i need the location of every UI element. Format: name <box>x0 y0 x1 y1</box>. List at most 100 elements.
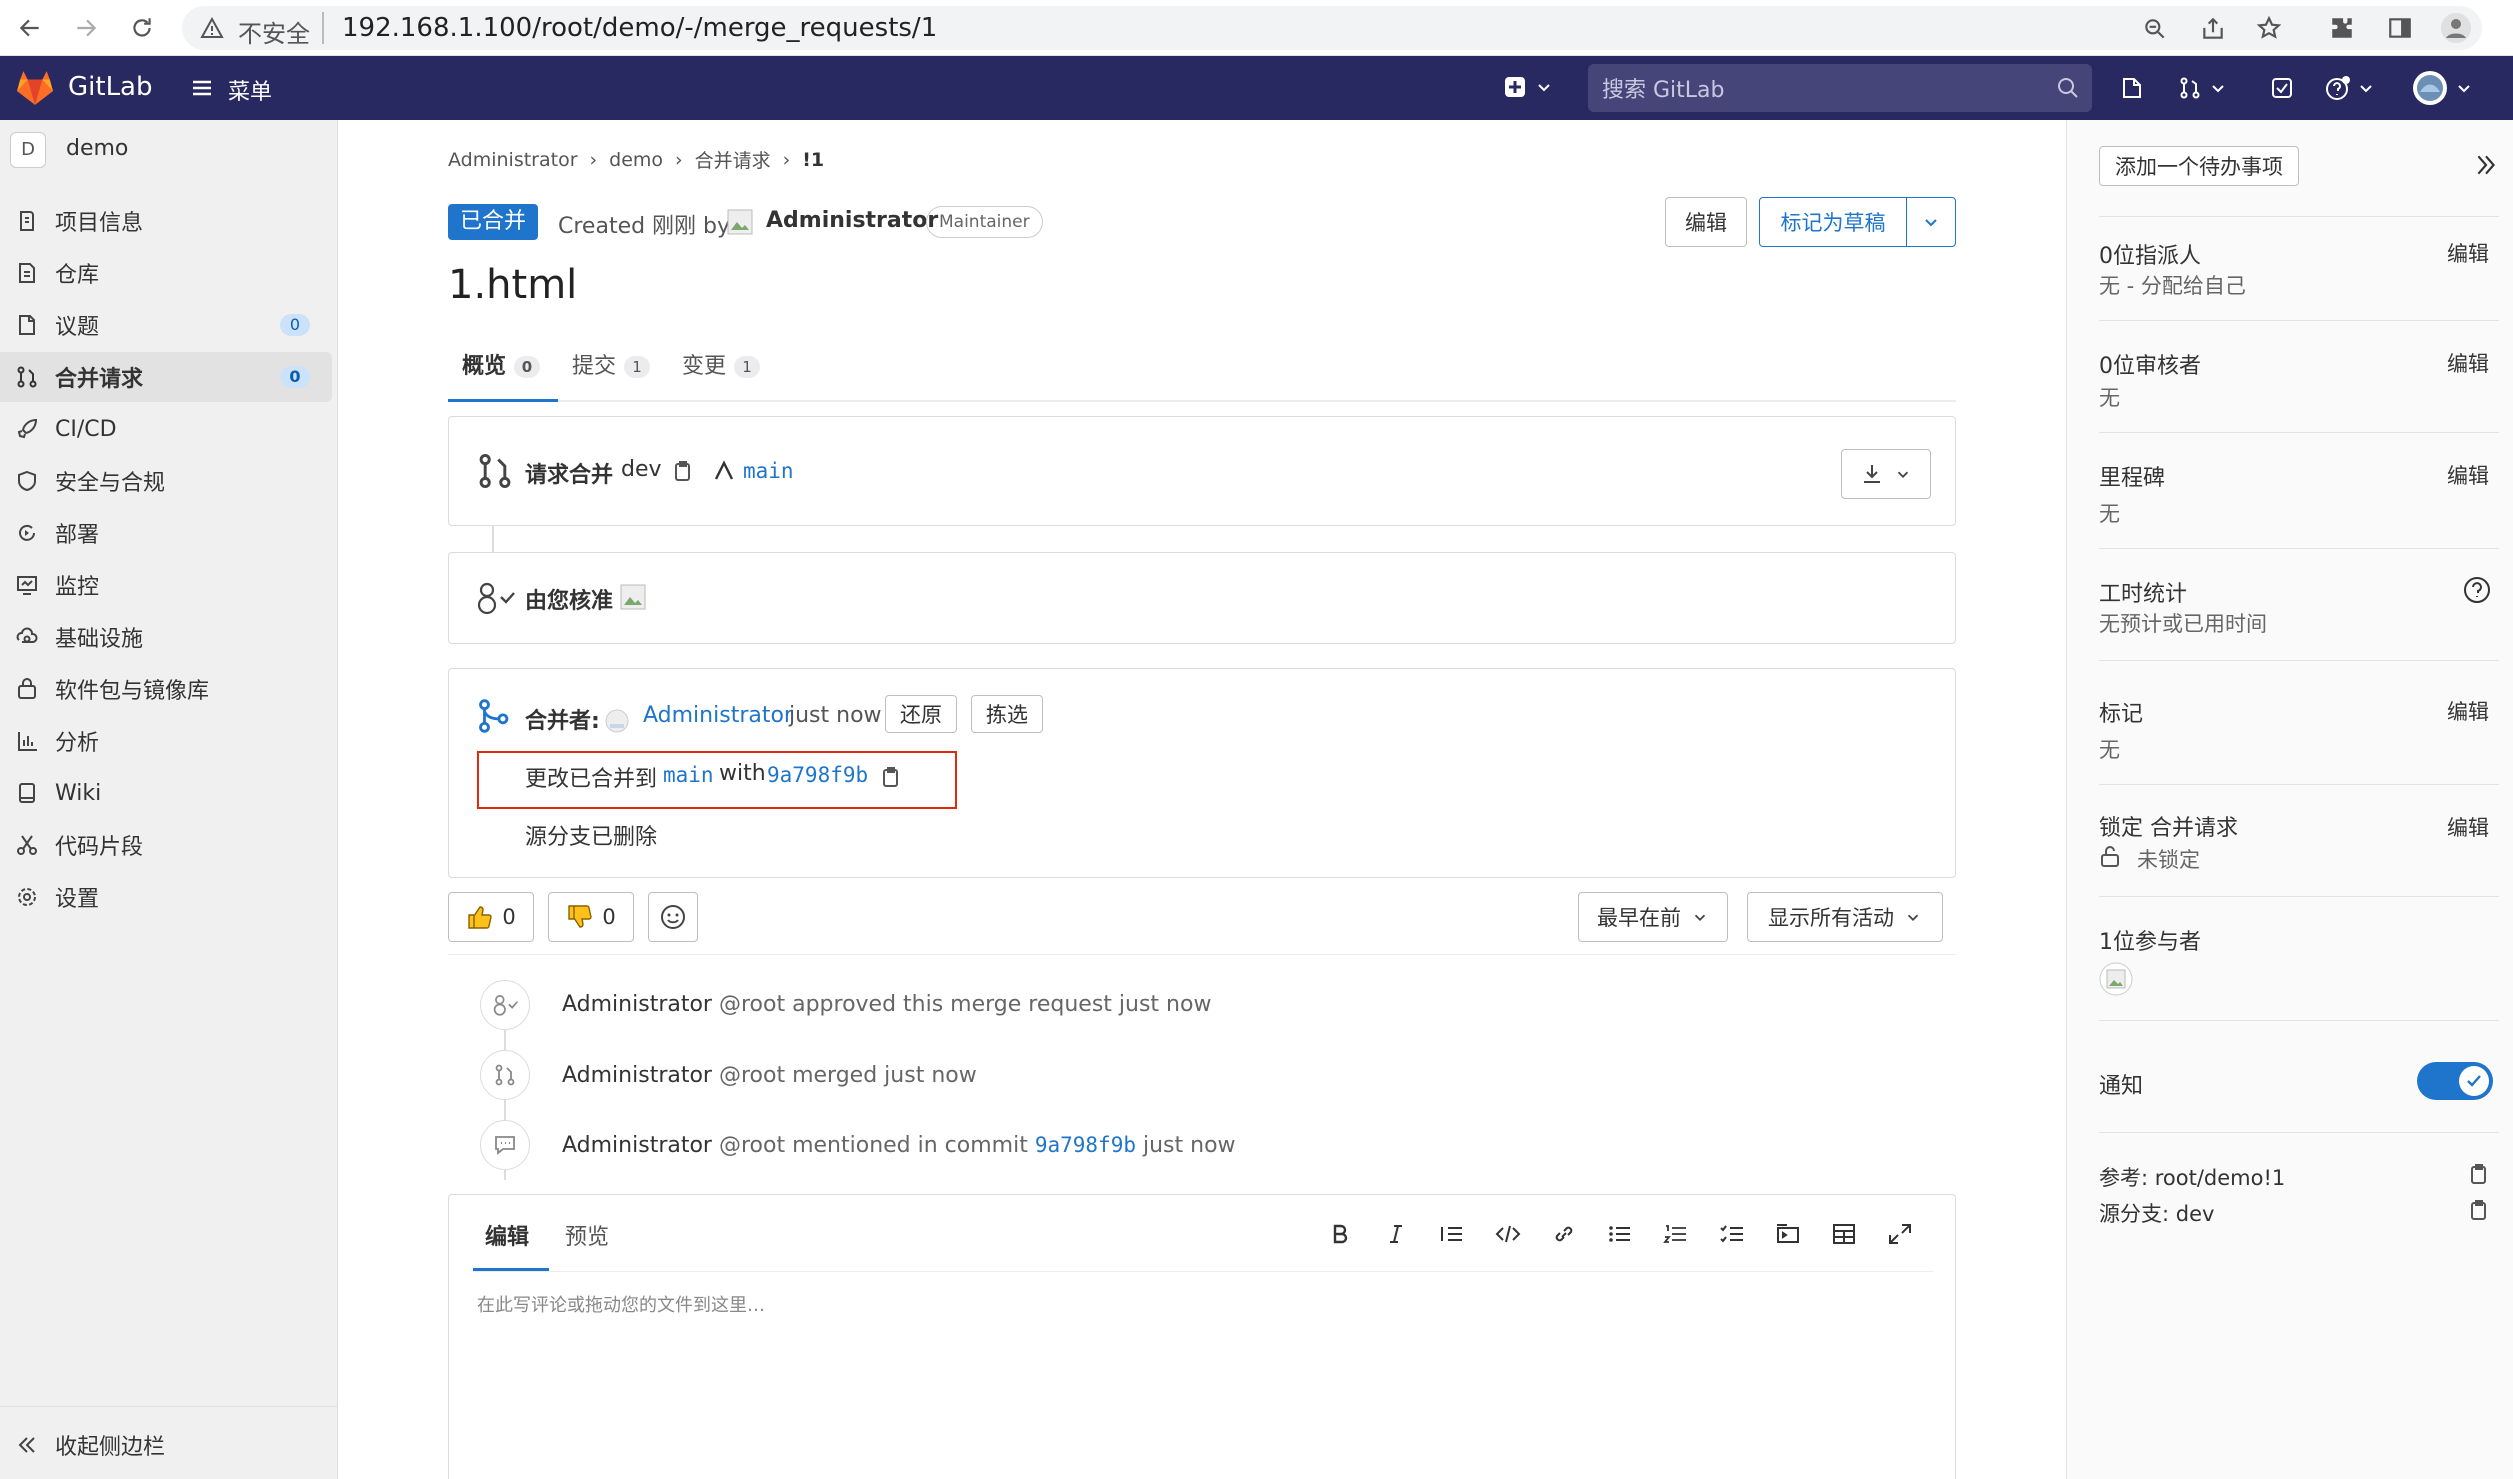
revert-button[interactable]: 还原 <box>885 695 957 733</box>
merged-target-branch[interactable]: main <box>663 763 714 787</box>
todo-icon[interactable] <box>2270 76 2294 100</box>
assignee-value[interactable]: 无 - 分配给自己 <box>2099 270 2246 300</box>
bullet-list-icon[interactable] <box>1605 1219 1635 1249</box>
sidebar-item-merge-requests[interactable]: 合并请求 0 <box>0 352 332 402</box>
collapsible-icon[interactable] <box>1773 1219 1803 1249</box>
italic-icon[interactable] <box>1381 1219 1411 1249</box>
comment-textarea[interactable]: 在此写评论或拖动您的文件到这里… <box>477 1291 765 1317</box>
link-icon[interactable] <box>1549 1219 1579 1249</box>
project-name[interactable]: demo <box>66 136 128 161</box>
sidebar-item-analytics[interactable]: 分析 <box>0 716 332 766</box>
timeline-user[interactable]: Administrator <box>562 1063 712 1088</box>
target-branch[interactable]: main <box>743 459 794 483</box>
zoom-icon[interactable] <box>2142 16 2168 42</box>
sidebar-item-wiki[interactable]: Wiki <box>0 768 332 818</box>
address-bar[interactable]: 不安全 192.168.1.100/root/demo/-/merge_requ… <box>182 6 2482 50</box>
approver-avatar[interactable] <box>619 583 647 611</box>
mark-draft-button[interactable]: 标记为草稿 <box>1759 197 1907 247</box>
author-avatar[interactable] <box>726 208 754 236</box>
create-new-button[interactable] <box>1504 76 1554 98</box>
task-list-icon[interactable] <box>1717 1219 1747 1249</box>
add-reaction-button[interactable] <box>648 892 698 942</box>
copy-reference-icon[interactable] <box>2467 1162 2491 1186</box>
extensions-icon[interactable] <box>2322 8 2362 48</box>
forward-arrow-icon[interactable] <box>66 8 106 48</box>
milestone-edit-button[interactable]: 编辑 <box>2447 460 2489 490</box>
search-input[interactable]: 搜索 GitLab <box>1588 64 2092 112</box>
sidebar-item-cicd[interactable]: CI/CD <box>0 404 332 454</box>
share-icon[interactable] <box>2200 16 2226 42</box>
timeline-user[interactable]: Administrator <box>562 1133 712 1158</box>
copy-commit-icon[interactable] <box>879 765 903 789</box>
timeline-handle[interactable]: @root <box>719 1063 785 1088</box>
breadcrumb-item[interactable]: !1 <box>802 149 824 171</box>
breadcrumb-item[interactable]: 合并请求 <box>695 146 771 173</box>
merge-requests-dropdown[interactable] <box>2178 76 2228 100</box>
assignee-edit-button[interactable]: 编辑 <box>2447 238 2489 268</box>
cherry-pick-button[interactable]: 拣选 <box>971 695 1043 733</box>
project-avatar[interactable]: D <box>10 132 46 168</box>
sort-dropdown[interactable]: 最早在前 <box>1578 892 1728 942</box>
merger-avatar[interactable] <box>605 709 629 733</box>
timeline-handle[interactable]: @root <box>719 1133 785 1158</box>
sidebar-item-deploy[interactable]: 部署 <box>0 508 332 558</box>
help-dropdown[interactable] <box>2324 74 2376 102</box>
menu-label[interactable]: 菜单 <box>228 74 272 106</box>
activity-filter-dropdown[interactable]: 显示所有活动 <box>1747 892 1943 942</box>
tab-changes[interactable]: 变更 1 <box>680 340 780 402</box>
sidebar-item-packages[interactable]: 软件包与镜像库 <box>0 664 332 714</box>
sidebar-item-snippets[interactable]: 代码片段 <box>0 820 332 870</box>
lock-edit-button[interactable]: 编辑 <box>2447 812 2489 842</box>
breadcrumb-item[interactable]: Administrator <box>448 149 578 171</box>
merger-name[interactable]: Administrator <box>643 703 793 728</box>
author-name[interactable]: Administrator <box>766 208 938 233</box>
download-dropdown[interactable] <box>1841 449 1931 499</box>
reload-icon[interactable] <box>122 8 162 48</box>
tab-overview[interactable]: 概览 0 <box>448 340 558 402</box>
sidebar-item-project-info[interactable]: 项目信息 <box>0 196 332 246</box>
quote-icon[interactable] <box>1437 1219 1467 1249</box>
help-question-icon[interactable] <box>2463 576 2491 604</box>
issues-icon[interactable] <box>2120 76 2144 100</box>
side-panel-icon[interactable] <box>2380 8 2420 48</box>
sidebar-item-monitor[interactable]: 监控 <box>0 560 332 610</box>
collapse-sidebar-button[interactable]: 收起侧边栏 <box>0 1420 332 1470</box>
sidebar-item-security[interactable]: 安全与合规 <box>0 456 332 506</box>
fullscreen-icon[interactable] <box>1885 1219 1915 1249</box>
code-icon[interactable] <box>1493 1219 1523 1249</box>
source-branch[interactable]: dev <box>621 457 662 482</box>
thumbs-down-button[interactable]: 0 <box>548 892 634 942</box>
table-icon[interactable] <box>1829 1219 1859 1249</box>
numbered-list-icon[interactable] <box>1661 1219 1691 1249</box>
sidebar-item-issues[interactable]: 议题 0 <box>0 300 332 350</box>
thumbs-up-button[interactable]: 0 <box>448 892 534 942</box>
reviewer-edit-button[interactable]: 编辑 <box>2447 348 2489 378</box>
bold-icon[interactable] <box>1325 1219 1355 1249</box>
menu-hamburger-icon[interactable] <box>190 76 214 100</box>
collapse-right-sidebar-icon[interactable] <box>2473 152 2499 178</box>
copy-branch-icon[interactable] <box>671 459 695 483</box>
participant-avatar[interactable] <box>2099 962 2133 996</box>
editor-tab-write[interactable]: 编辑 <box>473 1195 549 1271</box>
notifications-toggle[interactable] <box>2417 1062 2493 1100</box>
timeline-handle[interactable]: @root <box>719 992 785 1017</box>
tab-commits[interactable]: 提交 1 <box>570 340 670 402</box>
breadcrumb-item[interactable]: demo <box>609 149 663 171</box>
profile-icon[interactable] <box>2436 8 2476 48</box>
sidebar-item-repository[interactable]: 仓库 <box>0 248 332 298</box>
gitlab-logo-icon[interactable] <box>16 70 54 106</box>
user-avatar-dropdown[interactable] <box>2412 70 2474 106</box>
sidebar-item-infrastructure[interactable]: 基础设施 <box>0 612 332 662</box>
back-arrow-icon[interactable] <box>10 8 50 48</box>
more-actions-dropdown[interactable] <box>1906 197 1956 247</box>
bookmark-star-icon[interactable] <box>2256 15 2282 41</box>
copy-source-branch-icon[interactable] <box>2467 1198 2491 1222</box>
merge-commit-sha[interactable]: 9a798f9b <box>767 763 868 787</box>
sidebar-item-settings[interactable]: 设置 <box>0 872 332 922</box>
editor-tab-preview[interactable]: 预览 <box>553 1195 629 1271</box>
timeline-user[interactable]: Administrator <box>562 992 712 1017</box>
edit-button[interactable]: 编辑 <box>1665 197 1747 247</box>
add-todo-button[interactable]: 添加一个待办事项 <box>2099 146 2299 186</box>
labels-edit-button[interactable]: 编辑 <box>2447 696 2489 726</box>
timeline-commit-link[interactable]: 9a798f9b <box>1035 1133 1136 1157</box>
